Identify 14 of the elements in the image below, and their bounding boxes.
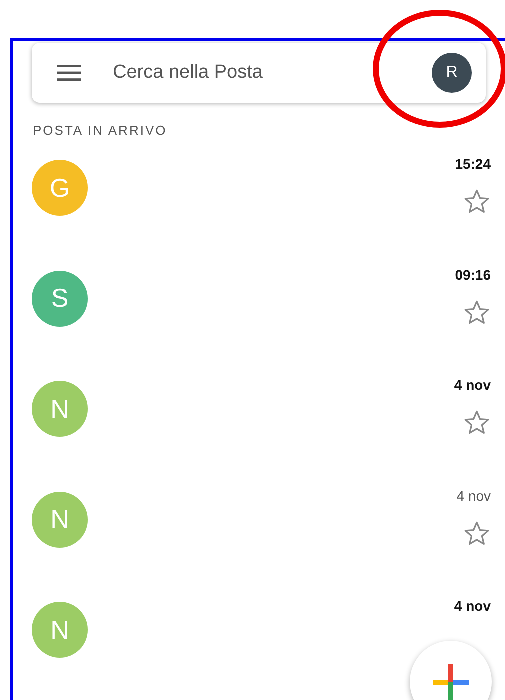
email-time: 09:16 <box>455 266 491 282</box>
email-time: 15:24 <box>455 156 491 172</box>
search-bar[interactable]: Cerca nella Posta R <box>32 43 486 103</box>
account-avatar[interactable]: R <box>432 53 472 93</box>
sender-avatar: S <box>32 270 88 326</box>
search-field[interactable]: Cerca nella Posta <box>111 61 432 85</box>
email-time: 4 nov <box>454 377 491 393</box>
section-title: POSTA IN ARRIVO <box>33 123 168 138</box>
email-time: 4 nov <box>454 598 491 614</box>
email-time: 4 nov <box>456 488 491 504</box>
sender-avatar: G <box>32 160 88 216</box>
sender-avatar: N <box>32 381 88 437</box>
sender-avatar: N <box>32 602 88 658</box>
sender-avatar: N <box>32 492 88 548</box>
